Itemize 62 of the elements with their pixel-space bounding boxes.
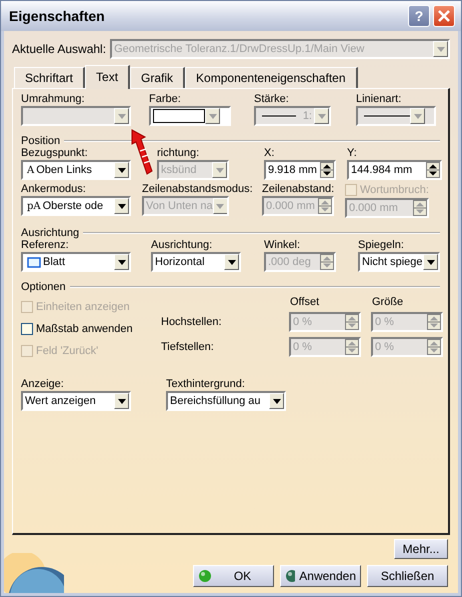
field-label: Texthintergrund: [166,378,246,390]
anchor-icon: A [23,164,34,176]
field-label: Y: [347,147,358,159]
field-label: Zeilenabstandsmodus: [142,183,252,195]
dropdown[interactable]: Horizontal [151,252,241,272]
field-label: X: [264,147,276,159]
tab[interactable]: Komponenteneigenschaften [185,67,358,88]
field-label: richtung: [157,147,200,159]
field-label: Winkel: [264,239,302,251]
field-label: Ausrichtung: [151,239,214,251]
checkbox-label: Wortumbruch: [360,184,429,196]
column-header: Offset [289,296,320,308]
field-label: Farbe: [149,93,182,105]
field-label: Referenz: [21,239,70,251]
section-title: Ausrichtung [21,227,80,239]
spin-field[interactable]: 9.918 mm [264,160,336,180]
dialog-button[interactable]: OK [193,565,274,587]
status-light-icon [285,569,296,583]
dropdown[interactable]: Bereichsfüllung au [166,391,286,411]
more-button[interactable]: Mehr... [394,539,448,559]
field-label: Hochstellen: [161,316,223,328]
close-icon [438,10,450,22]
tab[interactable]: Schriftart [14,67,86,88]
dropdown[interactable]: pA Oberste ode [21,196,131,216]
anchor-icon: pA [23,200,41,212]
checkbox[interactable] [21,323,33,335]
field-label: Tiefstellen: [161,340,215,353]
window-title: Eigenschaften [9,8,105,24]
field-label: Aktuelle Auswahl: [12,42,106,56]
dropdown[interactable]: A Oben Links [21,160,131,180]
field-label: Umrahmung: [21,93,86,105]
spinner-icon[interactable] [320,162,334,178]
color-swatch [153,109,205,123]
dialog-button[interactable]: Schließen [367,565,448,587]
color-dropdown[interactable] [149,106,231,126]
checkbox-label: Feld 'Zurück' [36,345,98,357]
line-icon [364,114,410,118]
section-title: Position [21,135,60,147]
spin-field[interactable]: 144.984 mm [347,160,442,180]
pointer-arrow-icon [131,129,153,175]
spinner-icon[interactable] [426,162,440,178]
checkbox-label: Maßstab anwenden [36,323,133,335]
field-label: Ankermodus: [21,183,87,195]
globe-drawing [4,553,64,593]
checkbox-label: Einheiten anzeigen [36,301,130,313]
field-label: Linienart: [356,93,402,105]
field-label: Stärke: [254,93,290,105]
status-light-icon [198,569,212,583]
field-label: Anzeige: [21,378,65,390]
tab[interactable]: Text [85,65,130,89]
dropdown[interactable]: Blatt [21,252,131,272]
column-header: Größe [371,296,404,308]
dialog-button[interactable]: Anwenden [280,565,361,587]
section-title: Optionen [21,281,66,293]
line-icon [262,114,296,118]
dropdown[interactable]: Nicht spiege [358,252,440,272]
tab[interactable]: Grafik [130,67,186,88]
field-label: Spiegeln: [358,239,405,251]
dropdown[interactable]: Wert anzeigen [21,391,131,411]
field-label: Zeilenabstand: [262,183,334,195]
field-label: Bezugspunkt: [21,147,89,159]
close-button[interactable] [433,5,455,27]
